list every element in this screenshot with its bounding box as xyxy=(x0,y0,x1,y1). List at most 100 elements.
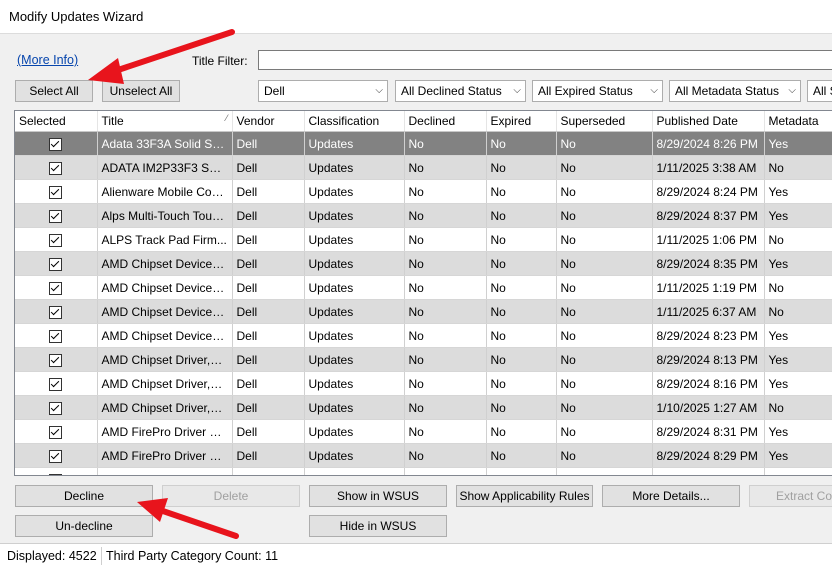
hide-in-wsus-button[interactable]: Hide in WSUS xyxy=(309,515,447,537)
checkbox-checked-icon[interactable] xyxy=(49,305,63,319)
col-declined[interactable]: Declined xyxy=(404,111,487,132)
delete-button[interactable]: Delete xyxy=(162,485,300,507)
table-row[interactable]: AMD Chipset Driver,18... Dell Updates No No N… xyxy=(15,371,832,396)
checkbox-checked-icon[interactable] xyxy=(49,401,63,415)
cell-classification: Updates xyxy=(304,299,405,324)
row-selected-cell[interactable] xyxy=(15,323,98,348)
row-selected-cell[interactable] xyxy=(15,227,98,252)
col-published-date[interactable]: Published Date xyxy=(652,111,765,132)
checkbox-checked-icon[interactable] xyxy=(49,377,63,391)
table-row[interactable]: AMD Chipset Driver,18... Dell Updates No No N… xyxy=(15,347,832,372)
cell-expired: No xyxy=(486,419,557,444)
expired-status-dropdown[interactable]: All Expired Status ⌵ xyxy=(532,80,663,102)
cell-metadata: Yes xyxy=(764,419,832,444)
checkbox-checked-icon[interactable] xyxy=(49,185,63,199)
table-row[interactable]: Alps Multi-Touch Touc... Dell Updates No No N… xyxy=(15,203,832,228)
row-selected-cell[interactable] xyxy=(15,419,98,444)
cell-published: 1/11/2025 6:37 AM xyxy=(652,299,765,324)
cell-published: 1/11/2025 1:19 PM xyxy=(652,275,765,300)
cell-declined: No xyxy=(404,179,487,204)
row-selected-cell[interactable] xyxy=(15,395,98,420)
cell-published: 8/29/2024 8:28 PM xyxy=(652,467,765,475)
table-row[interactable]: ALPS Track Pad Firm... Dell Updates No No No 1… xyxy=(15,227,832,252)
cell-expired: No xyxy=(486,443,557,468)
table-row[interactable]: Adata 33F3A Solid Sta... Dell Updates No No N… xyxy=(15,131,832,156)
row-selected-cell[interactable] xyxy=(15,179,98,204)
select-all-button[interactable]: Select All xyxy=(15,80,93,102)
row-selected-cell[interactable] xyxy=(15,443,98,468)
table-row[interactable]: AMD Chipset Driver,2.... Dell Updates No No N… xyxy=(15,395,832,420)
cell-expired: No xyxy=(486,251,557,276)
cell-published: 8/29/2024 8:37 PM xyxy=(652,203,765,228)
cell-classification: Updates xyxy=(304,395,405,420)
cell-metadata: No xyxy=(764,395,832,420)
cell-superseded: No xyxy=(556,443,653,468)
checkbox-checked-icon[interactable] xyxy=(49,329,63,343)
row-selected-cell[interactable] xyxy=(15,275,98,300)
table-row[interactable]: AMD Chipset Device S... Dell Updates No No No… xyxy=(15,323,832,348)
table-row[interactable]: ADATA IM2P33F3 Seri... Dell Updates No No No 1… xyxy=(15,155,832,180)
checkbox-checked-icon[interactable] xyxy=(49,449,63,463)
title-filter-label: Title Filter: xyxy=(192,54,248,68)
cell-title: AMD FirePro Driver 16 ... xyxy=(97,443,233,468)
decline-button[interactable]: Decline xyxy=(15,485,153,507)
declined-status-dropdown[interactable]: All Declined Status ⌵ xyxy=(395,80,526,102)
table-row[interactable]: AMD Chipset Device S... Dell Updates No No No… xyxy=(15,275,832,300)
vendor-dropdown-value: Dell xyxy=(264,84,285,98)
row-selected-cell[interactable] xyxy=(15,251,98,276)
table-row[interactable]: AMD FirePro Driver 14.... Dell Updates No No… xyxy=(15,419,832,444)
row-selected-cell[interactable] xyxy=(15,467,98,475)
col-selected[interactable]: Selected xyxy=(15,111,98,132)
cell-superseded: No xyxy=(556,323,653,348)
table-row[interactable]: AMD Chipset Device S... Dell Updates No No No… xyxy=(15,299,832,324)
checkbox-checked-icon[interactable] xyxy=(49,233,63,247)
more-info-link[interactable]: (More Info) xyxy=(17,53,78,67)
cell-superseded: No xyxy=(556,395,653,420)
vendor-dropdown[interactable]: Dell ⌵ xyxy=(258,80,388,102)
checkbox-checked-icon[interactable] xyxy=(49,257,63,271)
row-selected-cell[interactable] xyxy=(15,131,98,156)
checkbox-checked-icon[interactable] xyxy=(49,425,63,439)
more-details-button[interactable]: More Details... xyxy=(602,485,740,507)
checkbox-checked-icon[interactable] xyxy=(49,353,63,367)
table-row[interactable]: AMD FirePro Driver 16 ... Dell Updates No No… xyxy=(15,443,832,468)
undecline-button[interactable]: Un-decline xyxy=(15,515,153,537)
col-title[interactable]: Title ⁄ xyxy=(97,111,233,132)
title-filter-input[interactable] xyxy=(258,50,832,70)
other-status-dropdown[interactable]: All S xyxy=(807,80,832,102)
col-vendor[interactable]: Vendor xyxy=(232,111,305,132)
cell-declined: No xyxy=(404,131,487,156)
cell-classification: Updates xyxy=(304,155,405,180)
row-selected-cell[interactable] xyxy=(15,155,98,180)
show-applicability-rules-button[interactable]: Show Applicability Rules xyxy=(456,485,593,507)
checkbox-checked-icon[interactable] xyxy=(49,161,63,175)
cell-expired: No xyxy=(486,275,557,300)
row-selected-cell[interactable] xyxy=(15,371,98,396)
table-row[interactable]: Alienware Mobile Conn... Dell Updates No No N… xyxy=(15,179,832,204)
table-row[interactable]: AMD Chipset Device S... Dell Updates No No No… xyxy=(15,251,832,276)
unselect-all-button[interactable]: Unselect All xyxy=(102,80,180,102)
checkbox-checked-icon[interactable] xyxy=(49,209,63,223)
status-bar: Displayed: 4522 Third Party Category Cou… xyxy=(0,543,832,572)
cell-title: ALPS Track Pad Firm... xyxy=(97,227,233,252)
checkbox-checked-icon[interactable] xyxy=(49,137,63,151)
row-selected-cell[interactable] xyxy=(15,299,98,324)
updates-table: Selected Title ⁄ Vendor Classification De… xyxy=(15,111,832,475)
cell-declined: No xyxy=(404,203,487,228)
cell-expired: No xyxy=(486,467,557,475)
extract-button[interactable]: Extract Con xyxy=(749,485,832,507)
col-metadata[interactable]: Metadata xyxy=(764,111,832,132)
metadata-status-dropdown[interactable]: All Metadata Status ⌵ xyxy=(669,80,801,102)
cell-title: AMD Chipset Device S... xyxy=(97,275,233,300)
checkbox-checked-icon[interactable] xyxy=(49,473,63,475)
row-selected-cell[interactable] xyxy=(15,347,98,372)
row-selected-cell[interactable] xyxy=(15,203,98,228)
col-classification[interactable]: Classification xyxy=(304,111,405,132)
updates-grid[interactable]: Selected Title ⁄ Vendor Classification De… xyxy=(14,110,832,476)
cell-declined: No xyxy=(404,395,487,420)
show-in-wsus-button[interactable]: Show in WSUS xyxy=(309,485,447,507)
col-superseded[interactable]: Superseded xyxy=(556,111,653,132)
table-row[interactable]: AMD FirePro Driver for...DellUpdatesNoNo… xyxy=(15,467,832,475)
col-expired[interactable]: Expired xyxy=(486,111,557,132)
checkbox-checked-icon[interactable] xyxy=(49,281,63,295)
